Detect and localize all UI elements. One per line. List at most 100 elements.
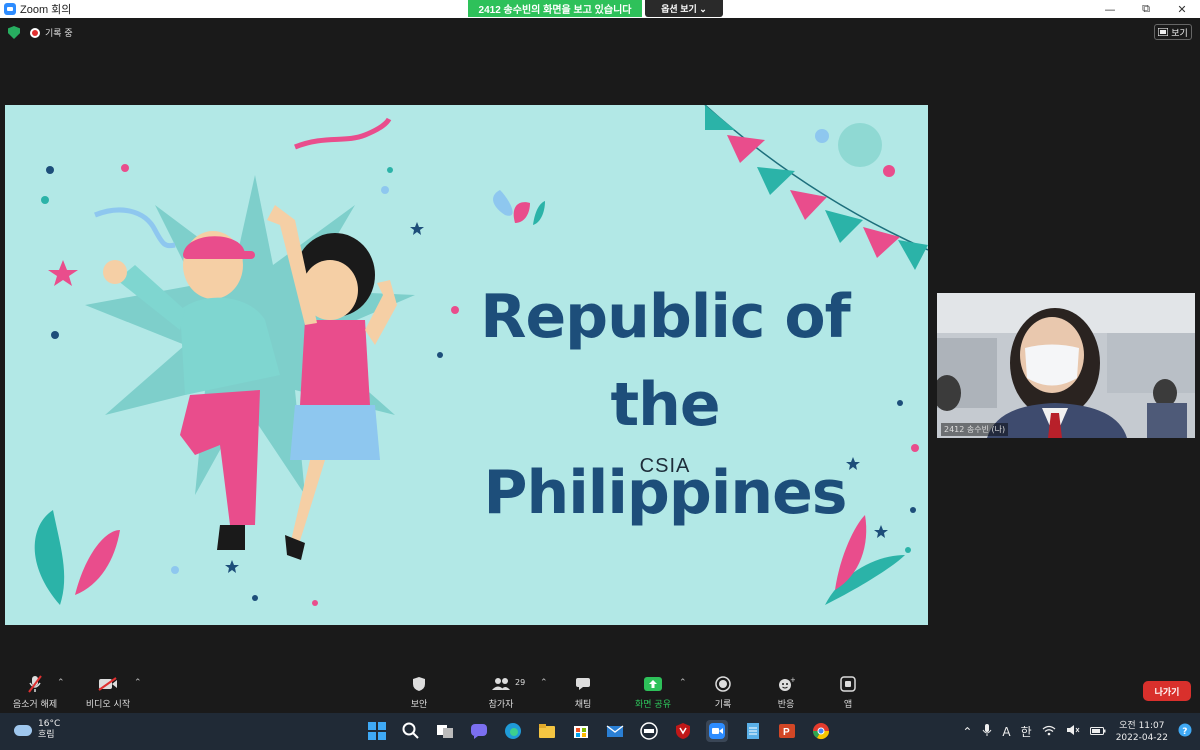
- star-shape: [410, 222, 424, 235]
- search-icon[interactable]: [400, 720, 422, 742]
- confetti-dot: [381, 186, 389, 194]
- battery-icon[interactable]: [1089, 725, 1106, 739]
- bunting-string: [704, 105, 928, 251]
- weather-widget[interactable]: 16°C 흐림: [14, 719, 60, 741]
- security-label: 보안: [410, 700, 428, 710]
- view-layout-button[interactable]: 보기: [1154, 24, 1192, 40]
- slide-title-line2: the Philippines: [483, 370, 848, 528]
- svg-text:P: P: [783, 727, 790, 738]
- dell-icon[interactable]: [638, 720, 660, 742]
- slide-title: Republic of the Philippines: [425, 273, 905, 537]
- screen-share-banner: 2412 송수빈의 화면을 보고 있습니다: [468, 0, 642, 17]
- view-options-button[interactable]: 옵션 보기 ⌄: [645, 0, 723, 17]
- task-view-icon[interactable]: [434, 720, 456, 742]
- cloud-icon: [14, 724, 32, 736]
- slide-subtitle: CSIA: [639, 455, 691, 477]
- participants-button[interactable]: 참가자: [466, 674, 536, 710]
- wifi-icon[interactable]: [1042, 725, 1056, 739]
- confetti-dot: [252, 595, 258, 601]
- smiley-plus-icon: +: [775, 674, 797, 694]
- help-icon[interactable]: ?: [1178, 723, 1192, 740]
- ime-mode-hangul[interactable]: 한: [1021, 723, 1032, 740]
- video-off-icon: [97, 674, 119, 694]
- chat-label: 채팅: [574, 700, 592, 710]
- record-button[interactable]: 기록: [688, 674, 758, 710]
- share-options-chevron-icon[interactable]: ⌃: [679, 678, 687, 688]
- decor-circle: [883, 165, 895, 177]
- store-icon[interactable]: [570, 720, 592, 742]
- confetti-dot: [46, 166, 54, 174]
- slide-title-line1: Republic of: [480, 282, 850, 352]
- share-screen-label: 화면 공유: [635, 700, 671, 710]
- svg-text:?: ?: [1182, 727, 1187, 737]
- clock-date: 2022-04-22: [1115, 732, 1168, 743]
- participants-count-badge: 29: [515, 678, 526, 687]
- clock[interactable]: 오전 11:07 2022-04-22: [1116, 720, 1168, 744]
- leaf-shape: [493, 190, 513, 216]
- meeting-toolbar: 음소거 해제 ⌃ 비디오 시작 ⌃ 보안 참가자 ⌃ 채팅 화면 공유 ⌃ 기록…: [0, 670, 1200, 712]
- reactions-button[interactable]: + 반응: [751, 674, 821, 710]
- mail-icon[interactable]: [604, 720, 626, 742]
- participants-icon: [490, 674, 512, 694]
- shared-screen-slide: Republic of the Philippines CSIA: [5, 105, 928, 625]
- confetti-dot: [905, 547, 911, 553]
- self-video-name: 2412 송수빈 (나): [941, 423, 1009, 436]
- chrome-icon[interactable]: [810, 720, 832, 742]
- close-button[interactable]: ✕: [1164, 0, 1200, 18]
- confetti-dot: [41, 196, 49, 204]
- weather-description: 흐림: [38, 730, 55, 740]
- leaf-shape: [513, 202, 530, 223]
- window-controls: — ⧉ ✕: [1092, 0, 1200, 18]
- start-video-button[interactable]: 비디오 시작: [73, 674, 143, 710]
- confetti-dot: [51, 331, 59, 339]
- apps-button[interactable]: 앱: [813, 674, 883, 710]
- apps-icon: [837, 674, 859, 694]
- video-options-chevron-icon[interactable]: ⌃: [134, 678, 142, 688]
- share-screen-button[interactable]: 화면 공유: [618, 674, 688, 710]
- leaf-shape: [75, 530, 120, 595]
- chat-bubble-icon: [572, 674, 594, 694]
- windows-start-icon[interactable]: [366, 720, 388, 742]
- leaf-shape: [34, 510, 65, 605]
- bunting-flag: [863, 227, 900, 258]
- notepad-icon[interactable]: [742, 720, 764, 742]
- self-video-tile[interactable]: 2412 송수빈 (나): [937, 293, 1195, 438]
- leave-button[interactable]: 나가기: [1143, 681, 1191, 701]
- record-label: 기록: [714, 700, 732, 710]
- meeting-status: 기록 중: [8, 26, 73, 39]
- unmute-label: 음소거 해제: [12, 700, 58, 710]
- star-shape: [225, 560, 239, 573]
- speaker-muted-icon[interactable]: [1066, 724, 1080, 739]
- security-button[interactable]: 보안: [384, 674, 454, 710]
- share-screen-icon: [642, 674, 664, 694]
- confetti-dot: [171, 566, 179, 574]
- leaf-shape: [533, 201, 545, 225]
- chat-button[interactable]: 채팅: [548, 674, 618, 710]
- edge-browser-icon[interactable]: [502, 720, 524, 742]
- view-label: 보기: [1171, 28, 1188, 39]
- muted-mic-icon: [24, 674, 46, 694]
- zoom-logo-icon: [4, 3, 16, 15]
- confetti-dot: [312, 600, 318, 606]
- file-explorer-icon[interactable]: [536, 720, 558, 742]
- bunting-flag: [898, 240, 928, 270]
- grid-view-icon: [1158, 28, 1169, 36]
- encryption-shield-icon[interactable]: [8, 26, 20, 39]
- powerpoint-icon[interactable]: P: [776, 720, 798, 742]
- audio-options-chevron-icon[interactable]: ⌃: [57, 678, 65, 688]
- ime-mode-a[interactable]: A: [1002, 725, 1010, 739]
- decor-circle: [815, 129, 829, 143]
- tray-overflow-chevron-icon[interactable]: ⌃: [962, 725, 972, 739]
- bunting-flag: [705, 105, 735, 130]
- mcafee-icon[interactable]: [672, 720, 694, 742]
- participants-label: 참가자: [488, 700, 514, 710]
- decor-circle: [838, 123, 882, 167]
- chat-app-icon[interactable]: [468, 720, 490, 742]
- participants-chevron-icon[interactable]: ⌃: [540, 678, 548, 688]
- zoom-app-icon[interactable]: [706, 720, 728, 742]
- video-feed: [937, 293, 1195, 438]
- restore-button[interactable]: ⧉: [1128, 0, 1164, 18]
- minimize-button[interactable]: —: [1092, 0, 1128, 18]
- reactions-label: 반응: [777, 700, 795, 710]
- microphone-icon[interactable]: [982, 723, 992, 740]
